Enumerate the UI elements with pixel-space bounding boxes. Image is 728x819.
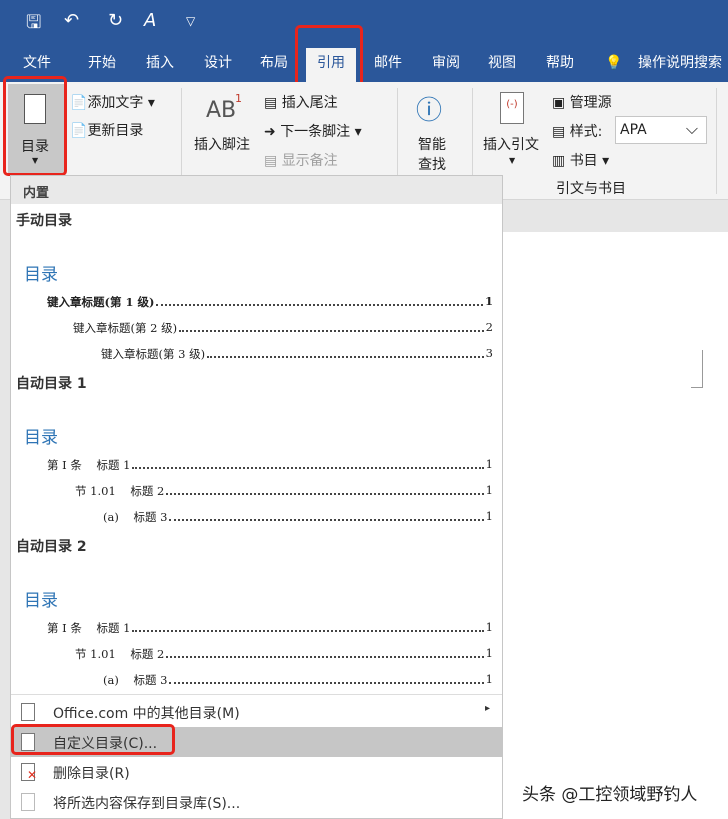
tab-insert[interactable]: 插入 bbox=[136, 48, 184, 82]
submenu-arrow-icon: ▸ bbox=[484, 703, 490, 714]
customize-qat-icon[interactable]: ▽ bbox=[186, 14, 195, 28]
toc-row: 键入章标题(第 3 级) 3 bbox=[101, 346, 493, 361]
section-builtin: 内置 bbox=[11, 176, 502, 204]
toc-row: (a) 标题 31 bbox=[103, 672, 493, 687]
tab-review[interactable]: 审阅 bbox=[422, 48, 470, 82]
tab-mailings[interactable]: 邮件 bbox=[364, 48, 412, 82]
next-footnote-button[interactable]: ➜ 下一条脚注 ▾ bbox=[264, 121, 362, 141]
undo-icon[interactable]: ↶ bbox=[64, 10, 79, 31]
toc-title: 目录 bbox=[24, 428, 58, 448]
smart-lookup-label2[interactable]: 查找 bbox=[418, 154, 446, 174]
redo-icon[interactable]: ↻ bbox=[108, 10, 123, 31]
tab-layout[interactable]: 布局 bbox=[250, 48, 298, 82]
document-page bbox=[503, 232, 728, 819]
toc-title: 目录 bbox=[24, 265, 58, 285]
office-toc-icon bbox=[21, 703, 35, 721]
footnote-icon: AB bbox=[206, 98, 237, 123]
citation-icon: (-) bbox=[500, 92, 524, 124]
remove-toc-icon: ✕ bbox=[21, 763, 37, 782]
tab-home[interactable]: 开始 bbox=[78, 48, 126, 82]
smart-lookup-icon: ⓘ bbox=[416, 96, 443, 126]
chevron-down-icon: ▼ bbox=[509, 156, 516, 165]
smart-lookup-label1[interactable]: 智能 bbox=[418, 134, 446, 154]
manage-sources-button[interactable]: ▣ 管理源 bbox=[552, 92, 612, 112]
style-select[interactable]: APA ⌵ bbox=[615, 116, 707, 144]
lightbulb-icon: 💡 bbox=[605, 55, 623, 71]
insert-footnote-button[interactable]: 插入脚注 bbox=[194, 134, 250, 154]
toc-row: 键入章标题(第 2 级) 2 bbox=[73, 320, 493, 335]
style-label: ▤ 样式: bbox=[552, 124, 603, 140]
gallery-heading: 手动目录 bbox=[16, 213, 72, 229]
insert-citation-button[interactable]: 插入引文 bbox=[483, 134, 539, 154]
tab-design[interactable]: 设计 bbox=[194, 48, 242, 82]
tell-me-search[interactable]: 操作说明搜索 bbox=[638, 48, 728, 82]
toc-title: 目录 bbox=[24, 591, 58, 611]
toc-row: 第 I 条 标题 11 bbox=[47, 457, 493, 472]
toc-row: 键入章标题(第 1 级) 1 bbox=[47, 294, 493, 309]
tab-view[interactable]: 视图 bbox=[478, 48, 526, 82]
title-bar: 🖫 ↶ ↻ A ▽ bbox=[0, 0, 728, 48]
insert-endnote-button[interactable]: ▤ 插入尾注 bbox=[264, 92, 338, 112]
gallery-heading: 自动目录 2 bbox=[16, 539, 87, 555]
toc-row: 节 1.01 标题 21 bbox=[75, 646, 493, 661]
toc-row: 节 1.01 标题 21 bbox=[75, 483, 493, 498]
menu-item-office-more-toc[interactable]: Office.com 中的其他目录(M) ▸ bbox=[11, 697, 502, 727]
group-label-citations: 引文与书目 bbox=[556, 181, 626, 197]
tab-help[interactable]: 帮助 bbox=[536, 48, 584, 82]
format-painter-icon[interactable]: A bbox=[144, 10, 156, 31]
toc-row: 第 I 条 标题 11 bbox=[47, 620, 493, 635]
menu-item-save-to-gallery[interactable]: 将所选内容保存到目录库(S)... bbox=[11, 787, 502, 817]
toc-row: (a) 标题 31 bbox=[103, 509, 493, 524]
footnote-sup: 1 bbox=[235, 92, 242, 105]
bibliography-button[interactable]: ▥ 书目 ▾ bbox=[552, 150, 609, 170]
highlight-box bbox=[11, 724, 175, 755]
update-toc-button[interactable]: 📄更新目录 bbox=[70, 120, 143, 140]
toc-dropdown: 内置 手动目录 目录 键入章标题(第 1 级) 1 键入章标题(第 2 级) 2 键… bbox=[10, 175, 503, 819]
gallery-heading: 自动目录 1 bbox=[16, 376, 87, 392]
show-notes-button[interactable]: ▤ 显示备注 bbox=[264, 150, 338, 170]
save-gallery-icon bbox=[21, 793, 35, 811]
add-text-button[interactable]: 📄添加文字 ▾ bbox=[70, 92, 155, 112]
chevron-down-icon: ⌵ bbox=[685, 119, 698, 138]
save-icon[interactable]: 🖫 bbox=[26, 10, 41, 40]
ribbon-tabs: 文件 开始 插入 设计 布局 引用 邮件 审阅 视图 帮助 💡 操作说明搜索 bbox=[0, 48, 728, 82]
menu-item-remove-toc[interactable]: ✕ 删除目录(R) bbox=[11, 757, 502, 787]
watermark: 头条 @工控领域野钓人 bbox=[522, 785, 698, 805]
highlight-box bbox=[3, 76, 67, 176]
